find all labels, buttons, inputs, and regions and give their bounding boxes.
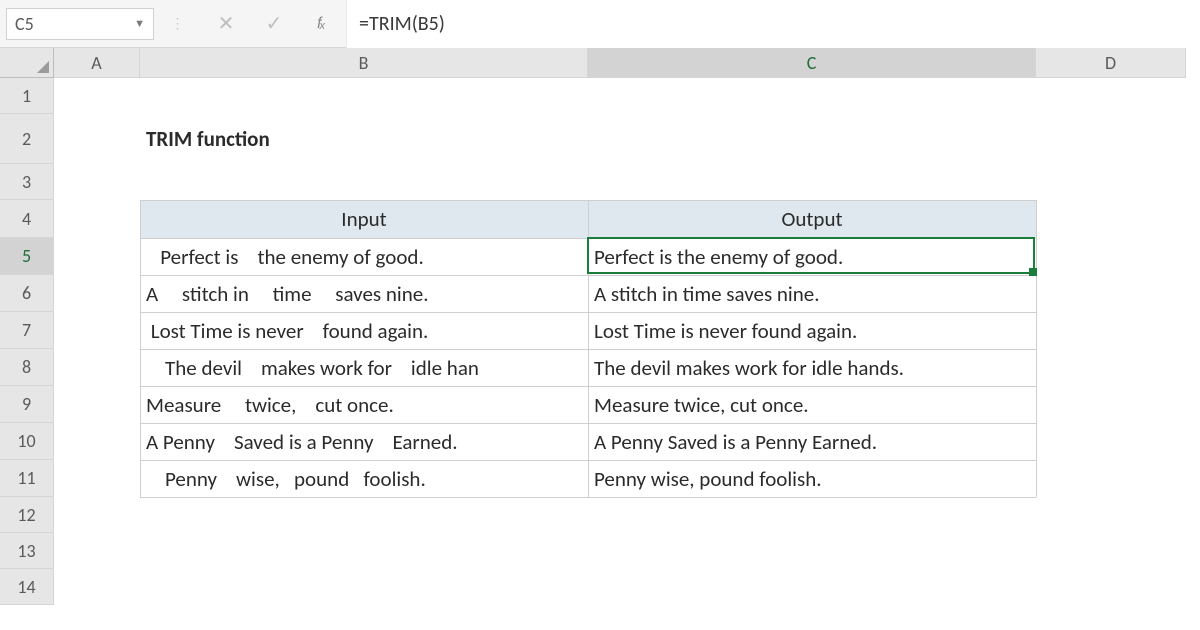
cell-C7[interactable]: Lost Time is never found again.: [588, 312, 1036, 349]
row-header-13[interactable]: 13: [0, 533, 54, 569]
cell-C6[interactable]: A stitch in time saves nine.: [588, 275, 1036, 312]
spreadsheet-grid[interactable]: ABCD 1234567891011121314 TRIM functionIn…: [0, 48, 1200, 630]
name-box[interactable]: C5 ▼: [6, 8, 154, 40]
formula-bar: C5 ▼ ⋮ ✕ ✓ fx =TRIM(B5): [0, 0, 1200, 48]
cell-B11[interactable]: Penny wise, pound foolish.: [140, 460, 588, 497]
grid-line: [140, 200, 141, 497]
row-header-2[interactable]: 2: [0, 114, 54, 164]
cell-B5[interactable]: Perfect is the enemy of good.: [140, 238, 588, 275]
cell-C8[interactable]: The devil makes work for idle hands.: [588, 349, 1036, 386]
enter-icon[interactable]: ✓: [250, 0, 298, 48]
cell-B8[interactable]: The devil makes work for idle han: [140, 349, 588, 386]
grid-line: [1036, 200, 1037, 497]
chevron-down-icon[interactable]: ▼: [134, 8, 145, 40]
cell-C11[interactable]: Penny wise, pound foolish.: [588, 460, 1036, 497]
cell-B7[interactable]: Lost Time is never found again.: [140, 312, 588, 349]
formula-input[interactable]: =TRIM(B5): [346, 0, 1200, 48]
row-header-3[interactable]: 3: [0, 164, 54, 200]
cell-B6[interactable]: A stitch in time saves nine.: [140, 275, 588, 312]
column-header-B[interactable]: B: [140, 48, 588, 78]
cell-B10[interactable]: A Penny Saved is a Penny Earned.: [140, 423, 588, 460]
row-header-6[interactable]: 6: [0, 275, 54, 312]
grid-line: [140, 497, 1036, 498]
select-all-corner[interactable]: [0, 48, 54, 78]
cell-C10[interactable]: A Penny Saved is a Penny Earned.: [588, 423, 1036, 460]
row-header-9[interactable]: 9: [0, 386, 54, 423]
column-header-D[interactable]: D: [1036, 48, 1186, 78]
row-header-5[interactable]: 5: [0, 238, 54, 275]
fx-icon[interactable]: fx: [298, 0, 346, 48]
cell-C5[interactable]: Perfect is the enemy of good.: [588, 238, 1036, 275]
column-header-C[interactable]: C: [588, 48, 1036, 78]
row-header-10[interactable]: 10: [0, 423, 54, 460]
row-header-4[interactable]: 4: [0, 200, 54, 238]
cell-B2[interactable]: TRIM function: [140, 114, 588, 164]
row-header-1[interactable]: 1: [0, 78, 54, 114]
row-header-8[interactable]: 8: [0, 349, 54, 386]
name-box-splitter[interactable]: ⋮: [154, 0, 202, 48]
name-box-value: C5: [15, 8, 134, 40]
cancel-icon[interactable]: ✕: [202, 0, 250, 48]
cell-B4[interactable]: Input: [140, 200, 588, 238]
row-header-14[interactable]: 14: [0, 569, 54, 605]
column-header-A[interactable]: A: [54, 48, 140, 78]
row-header-12[interactable]: 12: [0, 497, 54, 533]
cell-B9[interactable]: Measure twice, cut once.: [140, 386, 588, 423]
grid-line: [588, 200, 589, 497]
cell-C9[interactable]: Measure twice, cut once.: [588, 386, 1036, 423]
row-header-7[interactable]: 7: [0, 312, 54, 349]
row-header-11[interactable]: 11: [0, 460, 54, 497]
cell-C4[interactable]: Output: [588, 200, 1036, 238]
